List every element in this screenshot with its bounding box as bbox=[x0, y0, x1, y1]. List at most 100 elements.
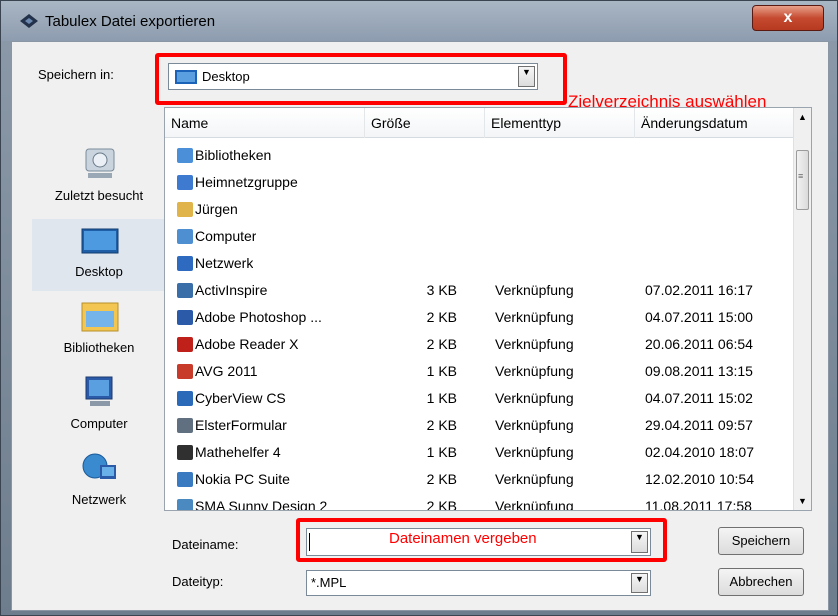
file-size: 1 KB bbox=[426, 444, 457, 460]
file-row[interactable]: Nokia PC Suite 2 KB Verknüpfung 12.02.2010 … bbox=[165, 466, 795, 493]
file-name: Jürgen bbox=[195, 201, 238, 217]
file-row[interactable]: CyberView CS 1 KB Verknüpfung 04.07.2011 15… bbox=[165, 385, 795, 412]
scroll-down-icon[interactable]: ▼ bbox=[798, 496, 807, 506]
file-size: 2 KB bbox=[426, 498, 457, 511]
place-label: Netzwerk bbox=[71, 492, 127, 507]
column-date[interactable]: Änderungsdatum bbox=[635, 108, 795, 138]
place-label: Bibliotheken bbox=[63, 340, 135, 355]
file-row[interactable]: Computer bbox=[165, 223, 795, 250]
file-size: 1 KB bbox=[426, 390, 457, 406]
place-libraries[interactable]: Bibliotheken bbox=[32, 295, 166, 367]
file-date: 02.04.2010 18:07 bbox=[645, 444, 754, 460]
file-size bbox=[395, 196, 457, 223]
place-network[interactable]: Netzwerk bbox=[32, 447, 166, 519]
file-row[interactable]: Bibliotheken bbox=[165, 142, 795, 169]
file-list[interactable]: Name Größe Elementtyp Änderungsdatum Bib… bbox=[164, 107, 812, 511]
chevron-down-icon[interactable]: ▼ bbox=[631, 573, 648, 593]
list-header: Name Größe Elementtyp Änderungsdatum bbox=[165, 108, 795, 138]
place-desktop[interactable]: Desktop bbox=[32, 219, 166, 291]
close-icon: x bbox=[783, 9, 793, 26]
scroll-up-icon[interactable]: ▲ bbox=[798, 112, 807, 122]
file-date: 04.07.2011 15:02 bbox=[645, 390, 753, 406]
filename-label: Dateiname: bbox=[172, 537, 239, 552]
scroll-thumb[interactable]: ≡ bbox=[796, 150, 809, 210]
file-row[interactable]: AVG 2011 1 KB Verknüpfung 09.08.2011 13:15 bbox=[165, 358, 795, 385]
grip-icon: ≡ bbox=[798, 171, 804, 181]
file-size bbox=[395, 250, 457, 277]
file-row[interactable]: Mathehelfer 4 1 KB Verknüpfung 02.04.2010 1… bbox=[165, 439, 795, 466]
shortcut-icon bbox=[177, 364, 193, 379]
place-computer[interactable]: Computer bbox=[32, 371, 166, 443]
file-name: Mathehelfer 4 bbox=[195, 444, 281, 460]
cancel-button[interactable]: Abbrechen bbox=[718, 568, 804, 596]
file-row[interactable]: Adobe Reader X 2 KB Verknüpfung 20.06.2011 … bbox=[165, 331, 795, 358]
file-name: Heimnetzgruppe bbox=[195, 174, 298, 190]
shortcut-icon bbox=[177, 472, 193, 487]
app-icon bbox=[20, 14, 38, 28]
file-date: 07.02.2011 16:17 bbox=[645, 282, 753, 298]
file-date: 09.08.2011 13:15 bbox=[645, 363, 753, 379]
export-dialog: Tabulex Datei exportieren x Speichern in… bbox=[0, 0, 838, 616]
file-size: 2 KB bbox=[426, 336, 457, 352]
user-folder-icon bbox=[177, 202, 193, 217]
title-bar[interactable]: Tabulex Datei exportieren x bbox=[1, 1, 837, 41]
file-name: Adobe Photoshop ... bbox=[195, 309, 322, 325]
file-name: Netzwerk bbox=[195, 255, 254, 271]
file-date: 04.07.2011 15:00 bbox=[645, 309, 753, 325]
file-name: Computer bbox=[195, 228, 257, 244]
file-row[interactable]: SMA Sunny Design 2 2 KB Verknüpfung 11.08.2… bbox=[165, 493, 795, 511]
libraries-icon bbox=[81, 302, 119, 332]
close-button[interactable]: x bbox=[752, 5, 824, 31]
file-row[interactable]: Adobe Photoshop ... 2 KB Verknüpfung 04.07.… bbox=[165, 304, 795, 331]
file-size: 2 KB bbox=[426, 417, 457, 433]
shortcut-icon bbox=[177, 418, 193, 433]
save-in-label: Speichern in: bbox=[38, 67, 114, 82]
filename-annotation: Dateinamen vergeben bbox=[389, 530, 537, 547]
file-type: Verknüpfung bbox=[495, 471, 574, 487]
filetype-value: *.MPL bbox=[311, 575, 347, 590]
shortcut-icon bbox=[177, 445, 193, 460]
file-date: 29.04.2011 09:57 bbox=[645, 417, 753, 433]
file-size: 2 KB bbox=[426, 471, 457, 487]
column-name[interactable]: Name bbox=[165, 108, 365, 138]
file-type: Verknüpfung bbox=[495, 309, 574, 325]
column-type[interactable]: Elementtyp bbox=[485, 108, 635, 138]
filetype-select[interactable]: *.MPL ▼ bbox=[306, 570, 651, 596]
filetype-label: Dateityp: bbox=[172, 574, 224, 589]
place-recent[interactable]: Zuletzt besucht bbox=[32, 143, 166, 215]
file-name: ActivInspire bbox=[195, 282, 268, 298]
file-name: CyberView CS bbox=[195, 390, 286, 406]
file-date: 12.02.2010 10:54 bbox=[645, 471, 754, 487]
file-name: Nokia PC Suite bbox=[195, 471, 290, 487]
file-name: Adobe Reader X bbox=[195, 336, 299, 352]
file-type: Verknüpfung bbox=[495, 417, 574, 433]
network-icon bbox=[177, 256, 193, 271]
shortcut-icon bbox=[177, 499, 193, 510]
homegroup-icon bbox=[177, 175, 193, 190]
file-type: Verknüpfung bbox=[495, 444, 574, 460]
file-size bbox=[395, 142, 457, 169]
file-type: Verknüpfung bbox=[495, 363, 574, 379]
shortcut-icon bbox=[177, 310, 193, 325]
file-row[interactable]: Netzwerk bbox=[165, 250, 795, 277]
file-row[interactable]: ElsterFormular 2 KB Verknüpfung 29.04.2011 … bbox=[165, 412, 795, 439]
file-row[interactable]: ActivInspire 3 KB Verknüpfung 07.02.2011 16… bbox=[165, 277, 795, 304]
file-size: 3 KB bbox=[426, 282, 457, 298]
file-size: 1 KB bbox=[426, 363, 457, 379]
file-row[interactable]: Heimnetzgruppe bbox=[165, 169, 795, 196]
file-date: 20.06.2011 06:54 bbox=[645, 336, 753, 352]
save-button[interactable]: Speichern bbox=[718, 527, 804, 555]
target-folder-highlight bbox=[155, 53, 567, 105]
file-name: ElsterFormular bbox=[195, 417, 287, 433]
shortcut-icon bbox=[177, 391, 193, 406]
vertical-scrollbar[interactable]: ▲ ≡ ▼ bbox=[793, 108, 811, 510]
file-type: Verknüpfung bbox=[495, 390, 574, 406]
file-date: 11.08.2011 17:58 bbox=[645, 498, 752, 511]
target-folder-annotation: Zielverzeichnis auswählen bbox=[568, 92, 767, 111]
file-size bbox=[395, 169, 457, 196]
computer-icon bbox=[177, 229, 193, 244]
column-size[interactable]: Größe bbox=[365, 108, 485, 138]
file-name: Bibliotheken bbox=[195, 147, 272, 163]
file-row[interactable]: Jürgen bbox=[165, 196, 795, 223]
desktop-icon bbox=[81, 228, 119, 254]
